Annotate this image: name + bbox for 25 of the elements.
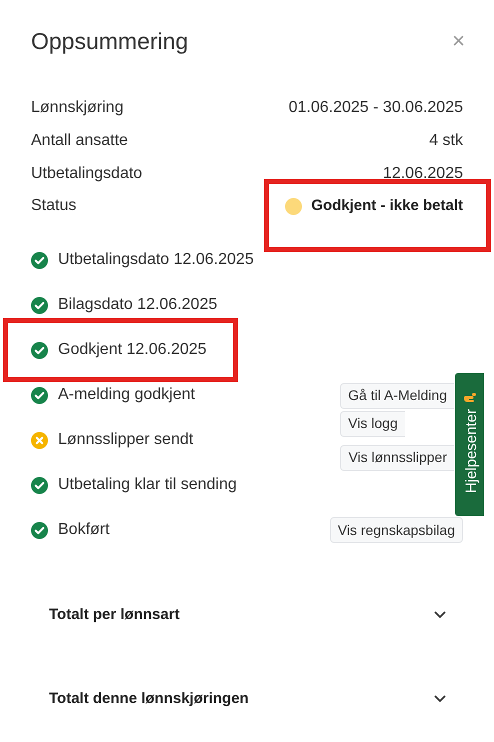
chevron-down-icon (434, 610, 446, 619)
summary-label: Status (31, 196, 76, 216)
step-label: Utbetaling klar til sending (58, 475, 237, 496)
step-label: Utbetalingsdato 12.06.2025 (58, 250, 254, 270)
section-header[interactable]: Totalt denne lønnskjøringen (49, 656, 446, 741)
step-label: Bokført (58, 520, 110, 540)
action-button[interactable]: Gå til A-Melding (340, 382, 454, 409)
summary-label: Lønnskjøring (31, 98, 124, 118)
summary-label: Antall ansatte (31, 131, 128, 152)
summary-label: Utbetalingsdato (31, 164, 142, 184)
status-text: Godkjent - ikke betalt (311, 196, 463, 216)
summary-value: 4 stk (429, 131, 463, 152)
action-button[interactable]: Vis lønnsslipper (340, 444, 454, 471)
step-label: A-melding godkjent (58, 385, 195, 406)
step-label: Godkjent 12.06.2025 (58, 340, 207, 360)
step-label: Bilagsdato 12.06.2025 (58, 295, 218, 316)
summary-value: 12.06.2025 (382, 164, 463, 184)
help-center-tab[interactable]: Hjelpesenter (455, 373, 484, 516)
summary-value: 01.06.2025 - 30.06.2025 (288, 98, 463, 118)
panel-title: Oppsummering (31, 26, 188, 56)
action-button[interactable]: Vis logg (340, 410, 405, 437)
section-header[interactable]: Totalt per lønnsart (49, 572, 446, 657)
action-button[interactable]: Vis regnskapsbilag (330, 517, 463, 544)
chevron-down-icon (434, 694, 446, 703)
step-label: Lønnsslipper sendt (58, 430, 194, 450)
